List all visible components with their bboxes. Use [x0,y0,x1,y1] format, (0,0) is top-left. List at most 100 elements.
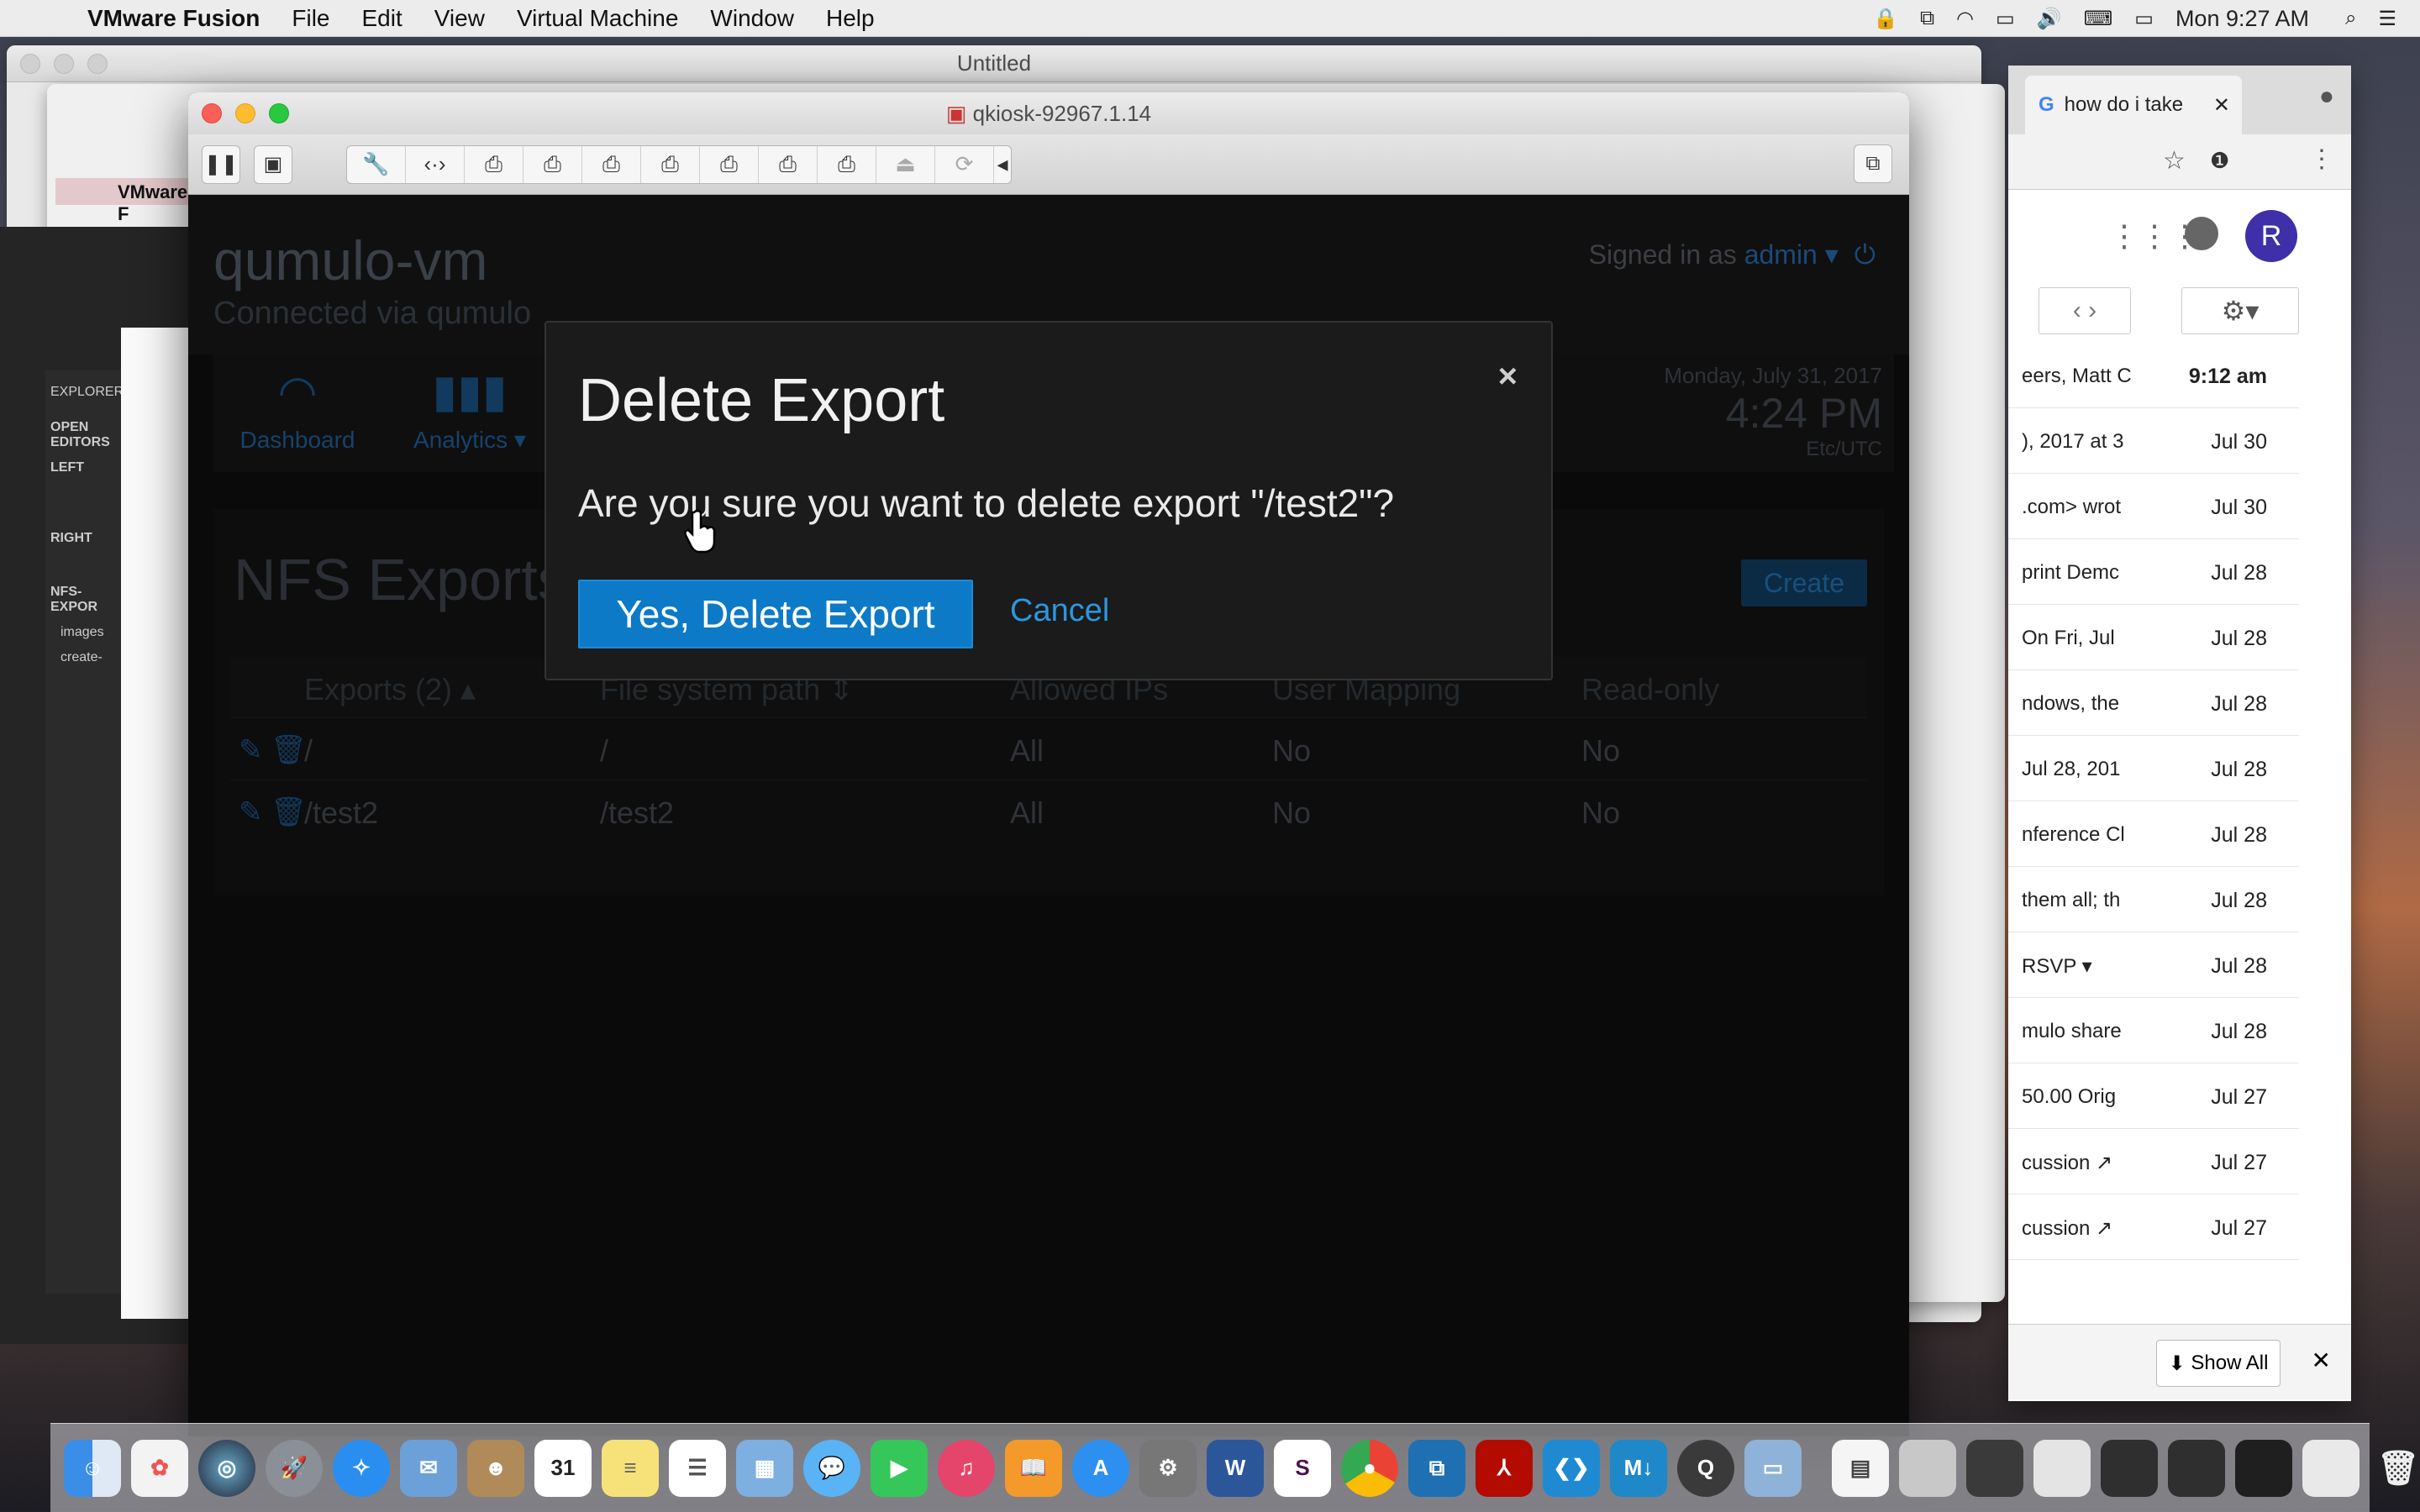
app-store-icon[interactable]: A [1072,1439,1129,1497]
messages-icon[interactable]: 💬 [803,1439,860,1497]
mail-row[interactable]: mulo share Jul 28 [2008,998,2299,1063]
siri-icon[interactable]: ◎ [198,1439,255,1497]
apple-icon[interactable] [34,4,62,33]
confirm-delete-button[interactable]: Yes, Delete Export [578,580,973,648]
mail-row[interactable]: nference Cl Jul 28 [2008,801,2299,867]
settings-wrench-icon[interactable]: 🔧 [347,145,406,183]
mail-row[interactable]: RSVP ▾ Jul 28 [2008,932,2299,998]
usb-device-icon-6[interactable]: ⎙ [759,145,818,183]
mail-row[interactable]: ndows, the Jul 28 [2008,670,2299,736]
menu-clock[interactable]: Mon 9:27 AM [2175,6,2309,32]
mail-row[interactable]: 50.00 Orig Jul 27 [2008,1063,2299,1129]
mail-snippet: nference Cl [2022,823,2125,846]
word-icon[interactable]: W [1207,1439,1264,1497]
acrobat-icon[interactable]: ⅄ [1476,1439,1533,1497]
previous-page-button[interactable]: ‹ › [2039,287,2131,334]
preview-icon[interactable]: ▦ [736,1439,793,1497]
mail-row[interactable]: .com> wrot Jul 30 [2008,474,2299,539]
images-folder[interactable]: images [45,620,121,645]
mail-row[interactable]: print Demc Jul 28 [2008,539,2299,605]
bookmark-star-icon[interactable]: ☆ [2163,146,2186,176]
usb-device-icon-4[interactable]: ⎙ [641,145,700,183]
refresh-icon[interactable]: ⟳ [935,145,994,183]
avatar[interactable]: R [2245,210,2297,262]
menu-app-name[interactable]: VMware Fusion [87,5,260,32]
menu-view[interactable]: View [434,5,485,32]
ibooks-icon[interactable]: 📖 [1005,1439,1062,1497]
chrome-icon[interactable]: ● [1341,1439,1398,1497]
window-thumbnail-2-icon[interactable] [1966,1439,2023,1497]
unity-view-button[interactable]: ⧉ [1854,144,1892,183]
extension-icon[interactable]: ❶ [2210,148,2229,174]
vmware-fusion-icon[interactable]: ⧉ [1408,1439,1465,1497]
disk-icon[interactable]: ⏏ [876,145,935,183]
close-icon[interactable]: × [1498,358,1518,396]
reminders-icon[interactable]: ☰ [669,1439,726,1497]
usb-device-icon-5[interactable]: ⎙ [700,145,759,183]
notes-icon[interactable]: ≡ [602,1439,659,1497]
menu-window[interactable]: Window [710,5,794,32]
notifications-icon[interactable] [2185,217,2218,250]
sync-icon[interactable]: ⧉ [1920,7,1934,30]
collapse-toolbar-icon[interactable]: ◂ [994,146,1011,183]
window-thumbnail-3-icon[interactable] [2033,1439,2091,1497]
lock-icon[interactable]: 🔒 [1873,7,1898,31]
airplay-icon[interactable]: ▭ [1996,7,2015,31]
mail-row[interactable]: them all; th Jul 28 [2008,867,2299,932]
volume-icon[interactable]: 🔊 [2037,7,2062,31]
close-downloads-icon[interactable]: ✕ [2312,1347,2331,1374]
usb-device-icon-7[interactable]: ⎙ [818,145,876,183]
menu-help[interactable]: Help [826,5,875,32]
show-all-button[interactable]: ⬇ Show All [2156,1340,2281,1387]
contacts-icon[interactable]: ☻ [467,1439,524,1497]
window-thumbnail-5-icon[interactable] [2168,1439,2225,1497]
facetime-icon[interactable]: ▶ [871,1439,928,1497]
wifi-icon[interactable]: ◠ [1956,7,1974,31]
mail-row[interactable]: eers, Matt C 9:12 am [2008,343,2299,408]
itunes-icon[interactable]: ♫ [938,1439,995,1497]
usb-device-icon-3[interactable]: ⎙ [582,145,641,183]
quicktime-icon[interactable]: Q [1677,1439,1734,1497]
profile-icon[interactable]: ● [2319,82,2334,111]
chrome-menu-icon[interactable]: ⋮ [2309,144,2334,174]
safari-icon[interactable]: ✧ [333,1439,390,1497]
document-thumbnail-icon[interactable]: ▤ [1832,1439,1889,1497]
network-icon[interactable]: ‹·› [406,145,465,183]
mail-row[interactable]: On Fri, Jul Jul 28 [2008,605,2299,670]
snapshot-button[interactable]: ▣ [254,144,292,184]
mail-row[interactable]: cussion ↗ Jul 27 [2008,1194,2299,1260]
menu-virtual-machine[interactable]: Virtual Machine [517,5,678,32]
slack-icon[interactable]: S [1274,1439,1331,1497]
trash-icon[interactable]: 🗑 [2370,1440,2420,1497]
chrome-tab[interactable]: G how do i take ✕ [2025,76,2242,134]
mail-row[interactable]: Jul 28, 201 Jul 28 [2008,736,2299,801]
usb-device-icon-2[interactable]: ⎙ [523,145,582,183]
keyboard-icon[interactable]: ⌨ [2084,7,2113,31]
system-preferences-icon[interactable]: ⚙ [1139,1439,1197,1497]
close-tab-icon[interactable]: ✕ [2213,93,2230,118]
launchpad-icon[interactable]: 🚀 [266,1439,323,1497]
notification-center-icon[interactable]: ☰ [2378,7,2396,31]
menu-edit[interactable]: Edit [362,5,402,32]
usb-device-icon-1[interactable]: ⎙ [465,145,523,183]
finder-icon[interactable]: ☺ [64,1439,121,1497]
image-capture-icon[interactable]: ▭ [1744,1439,1802,1497]
settings-gear-icon[interactable]: ⚙▾ [2181,287,2299,334]
cancel-button[interactable]: Cancel [1010,593,1109,629]
menu-file[interactable]: File [292,5,329,32]
pause-button[interactable]: ❚❚ [202,144,240,184]
mail-row[interactable]: ), 2017 at 3 Jul 30 [2008,408,2299,474]
vscode-icon[interactable]: ❮❯ [1543,1439,1600,1497]
create-file[interactable]: create- [45,645,121,670]
calendar-icon[interactable]: 31 [534,1439,592,1497]
markdown-icon[interactable]: M↓ [1610,1439,1667,1497]
spotlight-icon[interactable]: ⌕ [2345,7,2356,30]
window-thumbnail-1-icon[interactable] [1899,1439,1956,1497]
mail-stamp-icon[interactable]: ✉ [400,1439,457,1497]
window-thumbnail-4-icon[interactable] [2101,1439,2158,1497]
window-thumbnail-7-icon[interactable] [2302,1439,2360,1497]
photos-icon[interactable]: ✿ [131,1439,188,1497]
window-thumbnail-6-icon[interactable] [2235,1439,2292,1497]
battery-icon[interactable]: ▭ [2134,7,2154,31]
mail-row[interactable]: cussion ↗ Jul 27 [2008,1129,2299,1194]
